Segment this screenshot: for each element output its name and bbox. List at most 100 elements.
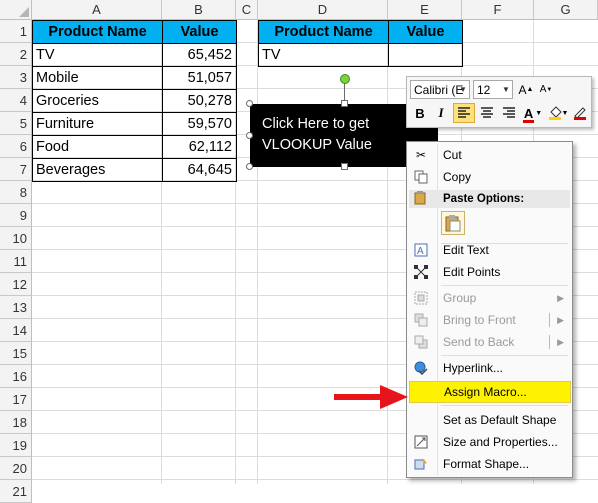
row-header-1[interactable]: 1: [0, 20, 32, 43]
table1-header-product[interactable]: Product Name: [32, 20, 163, 44]
table2-header-product[interactable]: Product Name: [258, 20, 389, 44]
hyperlink-icon: [413, 360, 429, 376]
column-header-g[interactable]: G: [534, 0, 598, 20]
row-header-3[interactable]: 3: [0, 66, 32, 89]
table1-cell-b4[interactable]: 50,278: [162, 89, 237, 113]
rotation-handle[interactable]: [340, 74, 350, 84]
row-header-9[interactable]: 9: [0, 204, 32, 227]
grow-font-button[interactable]: A ▲: [517, 80, 535, 99]
align-center-button[interactable]: [477, 103, 497, 123]
row-header-17[interactable]: 17: [0, 388, 32, 411]
bold-button[interactable]: B: [410, 103, 430, 123]
font-color-button[interactable]: A ▼: [521, 103, 545, 123]
font-size-value: 12: [477, 82, 491, 97]
align-left-icon: [458, 107, 470, 118]
table2-header-value[interactable]: Value: [388, 20, 463, 44]
table2-cell-d2[interactable]: TV: [258, 43, 389, 67]
fill-color-button[interactable]: ▼: [547, 103, 569, 123]
table1-cell-a6[interactable]: Food: [32, 135, 163, 159]
row-header-2[interactable]: 2: [0, 43, 32, 66]
chevron-down-icon: ▼: [502, 85, 510, 94]
fill-color-icon: [548, 106, 562, 120]
row-header-5[interactable]: 5: [0, 112, 32, 135]
row-header-7[interactable]: 7: [0, 158, 32, 181]
column-header-e[interactable]: E: [388, 0, 462, 20]
row-header-10[interactable]: 10: [0, 227, 32, 250]
row-header-11[interactable]: 11: [0, 250, 32, 273]
menu-item-bring-to-front[interactable]: Bring to Front ▶: [409, 309, 570, 331]
menu-item-size-properties[interactable]: Size and Properties...: [409, 431, 570, 453]
outline-color-icon: [574, 107, 586, 120]
column-header-c[interactable]: C: [236, 0, 258, 20]
menu-item-edit-text[interactable]: A Edit Text: [409, 239, 570, 261]
shape-text-line2: VLOOKUP Value: [262, 137, 372, 153]
paste-keep-formatting-button[interactable]: [409, 209, 570, 239]
italic-button[interactable]: I: [431, 103, 451, 123]
row-header-8[interactable]: 8: [0, 181, 32, 204]
menu-item-assign-macro[interactable]: Assign Macro...: [409, 381, 571, 403]
format-shape-icon: [413, 456, 429, 472]
table2-cell-e2[interactable]: [388, 43, 463, 67]
menu-item-cut[interactable]: ✂ Cut: [409, 144, 570, 166]
group-icon: [413, 290, 429, 306]
column-header-d[interactable]: D: [258, 0, 388, 20]
copy-icon: [413, 169, 429, 185]
font-size-select[interactable]: 12 ▼: [473, 80, 513, 99]
align-right-button[interactable]: [499, 103, 519, 123]
submenu-arrow-icon: ▶: [557, 292, 564, 303]
table1-cell-a7[interactable]: Beverages: [32, 158, 163, 182]
menu-item-set-default-shape[interactable]: Set as Default Shape: [409, 409, 570, 431]
row-header-16[interactable]: 16: [0, 365, 32, 388]
menu-item-copy[interactable]: Copy: [409, 166, 570, 188]
select-all-corner[interactable]: [0, 0, 32, 20]
edit-points-icon: [413, 264, 429, 280]
menu-item-group[interactable]: Group ▶: [409, 287, 570, 309]
column-header-a[interactable]: A: [32, 0, 162, 20]
submenu-arrow-icon: ▶: [557, 336, 564, 347]
resize-handle-left[interactable]: [246, 132, 253, 139]
align-left-button[interactable]: [453, 103, 475, 123]
menu-item-format-shape[interactable]: Format Shape...: [409, 453, 570, 475]
row-header-13[interactable]: 13: [0, 296, 32, 319]
row-header-14[interactable]: 14: [0, 319, 32, 342]
resize-handle-top-left[interactable]: [246, 100, 253, 107]
svg-text:A: A: [417, 246, 424, 257]
red-arrow-icon: [334, 385, 408, 409]
row-header-6[interactable]: 6: [0, 135, 32, 158]
column-header-f[interactable]: F: [462, 0, 534, 20]
shrink-font-button[interactable]: A ▼: [537, 80, 555, 99]
resize-handle-bottom-left[interactable]: [246, 163, 253, 170]
row-header-19[interactable]: 19: [0, 434, 32, 457]
table1-cell-b3[interactable]: 51,057: [162, 66, 237, 90]
table1-cell-a2[interactable]: TV: [32, 43, 163, 67]
resize-handle-bottom[interactable]: [341, 163, 348, 170]
resize-handle-top[interactable]: [341, 100, 348, 107]
row-header-21[interactable]: 21: [0, 480, 32, 503]
row-header-20[interactable]: 20: [0, 457, 32, 480]
menu-item-send-to-back[interactable]: Send to Back ▶: [409, 331, 570, 353]
table1-cell-a4[interactable]: Groceries: [32, 89, 163, 113]
row-header-4[interactable]: 4: [0, 89, 32, 112]
outline-color-button[interactable]: [570, 103, 590, 123]
row-header-18[interactable]: 18: [0, 411, 32, 434]
table1-header-value[interactable]: Value: [162, 20, 237, 44]
table1-cell-b2[interactable]: 65,452: [162, 43, 237, 67]
bring-to-front-icon: [413, 312, 429, 328]
row-header-15[interactable]: 15: [0, 342, 32, 365]
table1-cell-a5[interactable]: Furniture: [32, 112, 163, 136]
row-header-12[interactable]: 12: [0, 273, 32, 296]
chevron-down-icon: ▼: [459, 85, 467, 94]
table1-cell-b7[interactable]: 64,645: [162, 158, 237, 182]
paste-icon: [413, 191, 427, 208]
shape-text-line1: Click Here to get: [262, 116, 370, 132]
table1-cell-b6[interactable]: 62,112: [162, 135, 237, 159]
paste-keep-icon: [441, 211, 465, 235]
table1-cell-a3[interactable]: Mobile: [32, 66, 163, 90]
scissors-icon: ✂: [415, 148, 427, 162]
menu-item-hyperlink[interactable]: Hyperlink...: [409, 357, 570, 379]
menu-item-edit-points[interactable]: Edit Points: [409, 261, 570, 283]
align-center-icon: [481, 107, 493, 118]
column-header-b[interactable]: B: [162, 0, 236, 20]
table1-cell-b5[interactable]: 59,570: [162, 112, 237, 136]
font-name-select[interactable]: Calibri (E ▼: [410, 80, 470, 99]
